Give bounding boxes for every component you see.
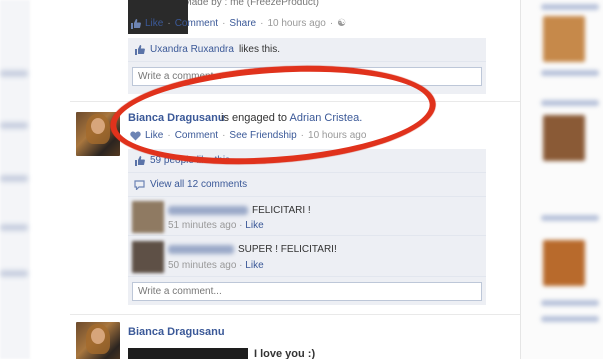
comment-link[interactable]: Comment [175,18,218,29]
comment-text: SUPER ! FELICITARI! [238,244,337,255]
blurred-ad-text [541,316,599,322]
post-divider [70,314,520,315]
view-comments-row: View all 12 comments [128,173,486,197]
commenter-name-blurred[interactable] [168,245,234,254]
liker-name[interactable]: Uxandra Ruxandra [150,44,234,55]
comment-text: FELICITARI ! [252,205,311,216]
engaged-post-feedback-box: 59 people like this. View all 12 comment… [128,149,486,305]
comment-like-link[interactable]: Like [245,220,263,231]
blurred-ad-image [543,240,585,286]
blurred-ad-text [541,100,599,106]
right-sidebar-blurred [520,0,603,359]
blurred-nav-item [0,122,28,129]
comment-meta: 50 minutes ago · Like [168,260,264,271]
comment-item: FELICITARI ! 51 minutes ago · Like [128,198,486,236]
like-thumb-icon [130,18,141,29]
likes-suffix: likes this. [238,44,281,55]
share-link[interactable]: Share [229,18,256,29]
post-text: I love you :) [254,348,316,359]
left-sidebar-blurred [0,0,30,359]
blurred-ad-text [541,70,599,76]
view-all-comments-link[interactable]: View all 12 comments [150,179,247,190]
comment-like-link[interactable]: Like [245,260,263,271]
blurred-ad-text [541,215,599,221]
commenter-avatar[interactable] [132,201,164,233]
timestamp: 10 hours ago [267,18,326,29]
avatar[interactable] [76,322,120,359]
commenter-name-blurred[interactable] [168,206,248,215]
comment-input[interactable]: Write a comment... [132,282,482,301]
likes-row: Uxandra Ruxandra likes this. [128,38,486,62]
blurred-nav-item [0,175,28,182]
comment-time: 50 minutes ago [168,260,237,271]
blurred-nav-item [0,270,28,277]
comment-meta: 51 minutes ago · Like [168,220,264,231]
comment-item: SUPER ! FELICITARI! 50 minutes ago · Lik… [128,237,486,277]
like-thumb-icon [134,44,145,55]
blurred-ad-image [543,115,585,161]
blurred-ad-text [541,4,599,10]
blurred-ad-image [543,16,585,62]
blurred-nav-item [0,70,28,77]
blurred-ad-text [541,300,599,306]
commenter-avatar[interactable] [132,241,164,273]
speech-bubble-icon [134,179,145,190]
top-post-actions: Like · Comment · Share · 10 hours ago · … [130,18,346,29]
blurred-nav-item [0,224,28,231]
post-author-name[interactable]: Bianca Dragusanu [128,326,225,338]
like-link[interactable]: Like [145,18,163,29]
post-image[interactable] [128,348,248,359]
comment-time: 51 minutes ago [168,220,237,231]
like-thumb-icon [134,155,145,166]
news-feed: Paul Young Made by : me (FreezeProduct) … [70,0,520,359]
share-people-icon: ☯ [337,18,347,29]
